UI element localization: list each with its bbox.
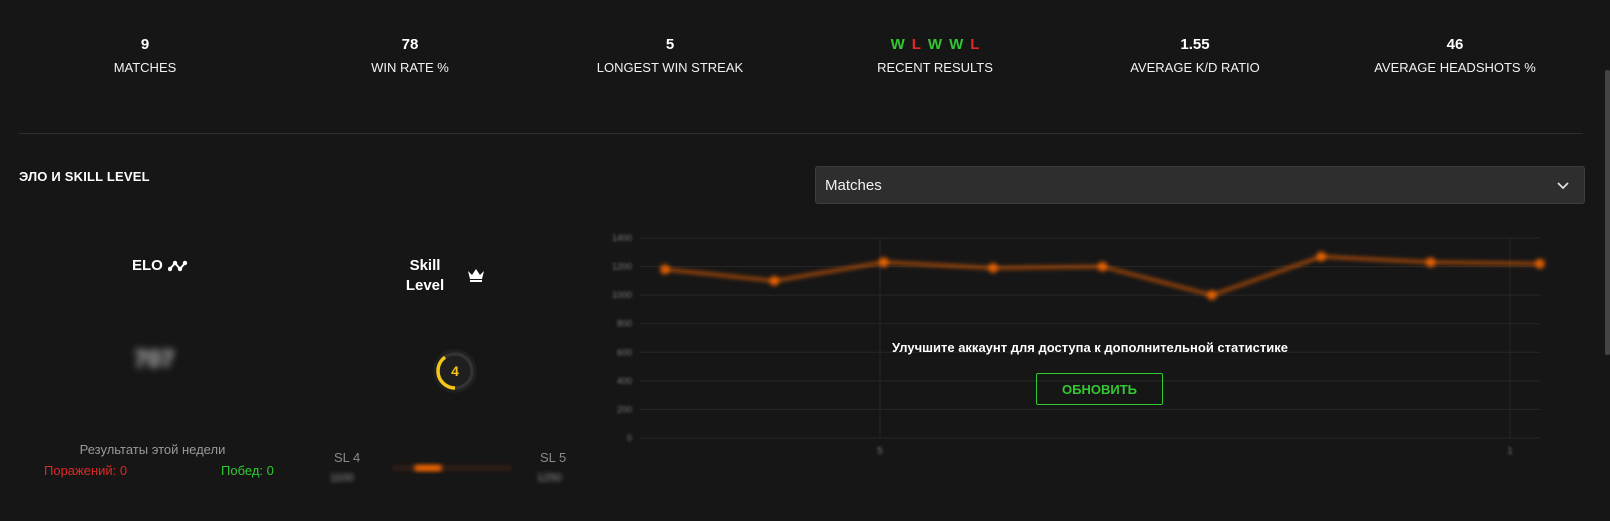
stat-label: MATCHES [113, 60, 177, 75]
chart-data-point [988, 263, 999, 273]
skill-level-number: 4 [451, 363, 459, 379]
chart-range-select[interactable]: Matches [815, 166, 1585, 204]
skill-level-label: Skill Level [405, 257, 445, 294]
stat-label: WIN RATE % [371, 60, 449, 75]
stat-longest-win-streak: 5 LONGEST WIN STREAK [540, 36, 800, 76]
sl-current-label: SL 4 [334, 450, 361, 465]
chart-y-tick: 800 [617, 319, 632, 329]
chart-data-point [1206, 290, 1217, 301]
chart-y-tick: 400 [617, 376, 632, 386]
week-wins: Побед: 0 [221, 463, 274, 478]
elo-label: ELO [132, 257, 190, 274]
stat-matches: 9 MATCHES [15, 36, 275, 76]
upgrade-message: Улучшите аккаунт для доступа к дополните… [892, 340, 1288, 355]
result-win: W [927, 36, 943, 53]
skill-level-badge: 4 [433, 349, 477, 393]
elo-trend-icon [167, 260, 188, 271]
stat-label: RECENT RESULTS [877, 60, 993, 75]
stat-value: 46 [1446, 36, 1464, 53]
chart-y-tick: 1400 [612, 233, 632, 243]
recent-results-list: WLWWL [805, 36, 1065, 54]
chart-y-tick: 0 [627, 433, 632, 443]
elo-label-text: ELO [132, 257, 163, 274]
chart-y-tick: 1200 [612, 262, 632, 272]
sl-current-value: 1100 [330, 472, 354, 484]
result-loss: L [911, 36, 921, 53]
stat-average-headshots: 46 AVERAGE HEADSHOTS % [1325, 36, 1585, 76]
sl-next-value: 1250 [537, 472, 562, 484]
chart-y-tick: 600 [617, 347, 632, 357]
result-win: W [890, 36, 905, 53]
section-divider [19, 133, 1583, 134]
chart-y-tick: 200 [617, 404, 632, 414]
stat-value: 9 [140, 36, 150, 53]
stat-value: 78 [401, 36, 419, 53]
page-scrollbar[interactable] [1605, 70, 1610, 355]
sl-next-label: SL 5 [540, 450, 567, 465]
elo-value: 707 [134, 346, 175, 373]
week-losses: Поражений: 0 [44, 463, 128, 478]
crown-icon [468, 269, 484, 282]
upgrade-button[interactable]: ОБНОВИТЬ [1036, 373, 1163, 405]
result-loss: L [970, 36, 980, 53]
stat-win-rate: 78 WIN RATE % [280, 36, 540, 76]
stat-recent-results: WLWWL RECENT RESULTS [805, 36, 1065, 76]
week-results-title: Результаты этой недели [79, 442, 226, 457]
chart-data-point [1097, 261, 1108, 272]
chart-x-tick: 1 [1507, 446, 1513, 457]
chart-y-tick: 1000 [612, 290, 632, 300]
chart-data-point [660, 264, 670, 275]
select-value: Matches [825, 177, 882, 194]
stat-label: AVERAGE K/D RATIO [1130, 60, 1260, 75]
stat-label: LONGEST WIN STREAK [596, 60, 744, 75]
section-title: ЭЛО И SKILL LEVEL [19, 169, 150, 184]
chart-data-point [1316, 251, 1327, 262]
chart-data-point [1425, 257, 1436, 268]
stat-value: 1.55 [1180, 36, 1210, 53]
result-win: W [949, 36, 964, 53]
stat-average-kd: 1.55 AVERAGE K/D RATIO [1065, 36, 1325, 76]
chart-x-tick: 5 [877, 446, 883, 457]
stat-label: AVERAGE HEADSHOTS % [1374, 60, 1536, 75]
chart-data-point [769, 275, 780, 286]
stat-value: 5 [665, 36, 675, 53]
chevron-down-icon [1557, 182, 1569, 190]
chart-data-point [1535, 258, 1545, 269]
chart-data-point [878, 257, 889, 268]
skill-progress-bar [392, 465, 512, 471]
